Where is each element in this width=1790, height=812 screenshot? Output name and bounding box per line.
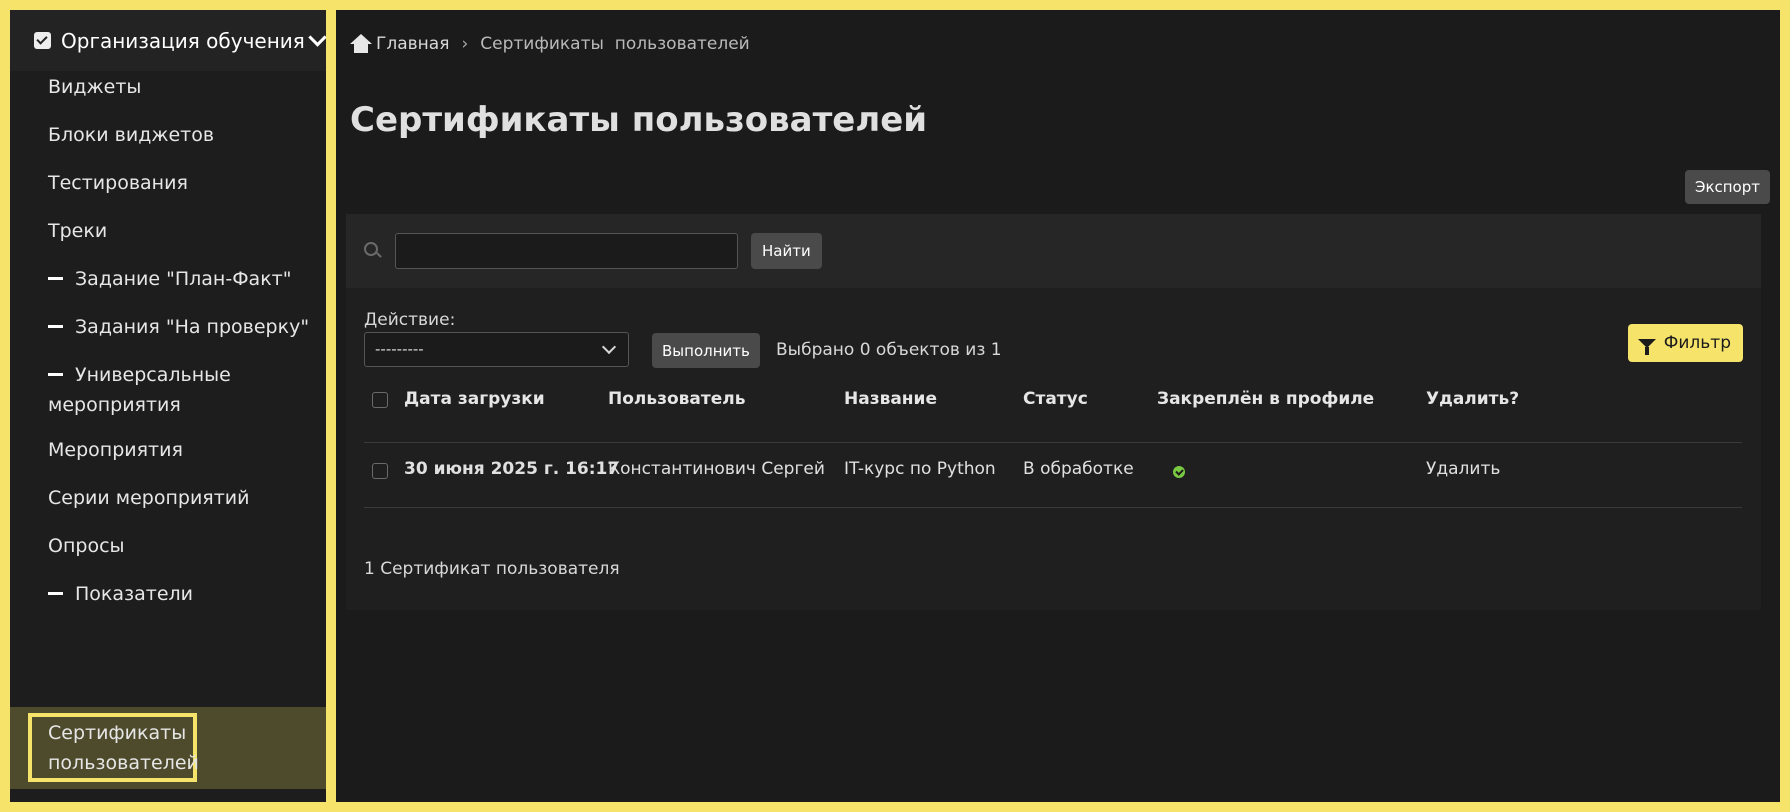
dash-icon bbox=[48, 372, 63, 376]
column-header-status[interactable]: Статус bbox=[1023, 389, 1088, 409]
row-date-link[interactable]: 30 июня 2025 г. 16:17 bbox=[404, 459, 619, 479]
check-circle-icon bbox=[1173, 466, 1185, 478]
checkbox-icon bbox=[34, 32, 51, 49]
sidebar-item-review-tasks[interactable]: Задания "На проверку" bbox=[10, 312, 326, 342]
result-count: 1 Сертификат пользователя bbox=[364, 559, 620, 579]
dash-icon bbox=[48, 324, 63, 328]
sidebar-item-label: Опросы bbox=[48, 535, 125, 557]
sidebar-item-label: Мероприятия bbox=[48, 439, 183, 461]
sidebar-item-label: Треки bbox=[48, 220, 108, 242]
action-select-value: --------- bbox=[375, 340, 424, 358]
sidebar-item-universal-events[interactable]: Универсальные мероприятия bbox=[10, 360, 326, 420]
sidebar-item-label: Универсальные bbox=[75, 364, 231, 386]
breadcrumb: Главная › Сертификаты пользователей bbox=[350, 34, 750, 54]
row-delete-link[interactable]: Удалить bbox=[1426, 459, 1500, 479]
select-all-checkbox[interactable] bbox=[372, 392, 388, 408]
sidebar-item-label: Показатели bbox=[75, 583, 194, 605]
chevron-down-icon bbox=[308, 28, 326, 47]
home-icon[interactable] bbox=[350, 34, 372, 54]
table-divider bbox=[364, 507, 1742, 508]
sidebar: Организация обучения Виджеты Блоки видже… bbox=[10, 10, 326, 802]
filter-icon bbox=[1637, 338, 1656, 355]
dash-icon bbox=[48, 276, 63, 280]
sidebar-section-title: Организация обучения bbox=[61, 28, 305, 53]
row-status: В обработке bbox=[1023, 459, 1134, 479]
search-icon bbox=[364, 242, 378, 256]
search-bar: Найти bbox=[346, 214, 1761, 288]
find-button[interactable]: Найти bbox=[751, 233, 822, 269]
run-action-button[interactable]: Выполнить bbox=[652, 333, 760, 368]
sidebar-item-surveys[interactable]: Опросы bbox=[10, 531, 326, 561]
action-select[interactable]: --------- bbox=[364, 332, 629, 367]
sidebar-item-label-line2: мероприятия bbox=[48, 394, 181, 416]
selection-counter: Выбрано 0 объектов из 1 bbox=[776, 340, 1002, 360]
sidebar-item-events[interactable]: Мероприятия bbox=[10, 435, 326, 465]
column-header-delete[interactable]: Удалить? bbox=[1426, 389, 1519, 409]
sidebar-item-label: Задание "План-Факт" bbox=[75, 268, 292, 290]
export-button[interactable]: Экспорт bbox=[1684, 170, 1770, 204]
sidebar-item-user-certificates[interactable]: Сертификаты пользователей bbox=[10, 718, 326, 778]
column-header-name[interactable]: Название bbox=[844, 389, 937, 409]
filter-button-label: Фильтр bbox=[1663, 333, 1731, 353]
breadcrumb-home-link[interactable]: Главная bbox=[376, 34, 449, 54]
sidebar-item-label: Задания "На проверку" bbox=[75, 316, 310, 338]
action-label: Действие: bbox=[364, 310, 456, 330]
sidebar-item-label-line2: пользователей bbox=[48, 752, 199, 774]
dash-icon bbox=[48, 591, 63, 595]
sidebar-item-tracks[interactable]: Треки bbox=[10, 216, 326, 246]
sidebar-item-event-series[interactable]: Серии мероприятий bbox=[10, 483, 326, 513]
row-name: IT-курс по Python bbox=[844, 459, 996, 479]
column-header-pinned[interactable]: Закреплён в профиле bbox=[1157, 389, 1374, 409]
sidebar-item-widget-blocks[interactable]: Блоки виджетов bbox=[10, 120, 326, 150]
sidebar-section-header[interactable]: Организация обучения bbox=[10, 10, 326, 71]
sidebar-item-widgets[interactable]: Виджеты bbox=[10, 72, 326, 102]
sidebar-item-label: Блоки виджетов bbox=[48, 124, 215, 146]
sidebar-item-label: Сертификаты bbox=[48, 722, 187, 744]
column-header-date[interactable]: Дата загрузки bbox=[404, 389, 545, 409]
page-title: Сертификаты пользователей bbox=[350, 100, 928, 140]
sidebar-item-label: Виджеты bbox=[48, 76, 142, 98]
filter-button[interactable]: Фильтр bbox=[1627, 324, 1743, 362]
results-panel: Найти Действие: --------- Выполнить Выбр… bbox=[346, 214, 1761, 610]
sidebar-item-indicators[interactable]: Показатели bbox=[10, 579, 326, 609]
row-checkbox[interactable] bbox=[372, 463, 388, 479]
sidebar-item-testing[interactable]: Тестирования bbox=[10, 168, 326, 198]
column-header-user[interactable]: Пользователь bbox=[608, 389, 745, 409]
breadcrumb-current: Сертификаты пользователей bbox=[480, 34, 750, 54]
sidebar-item-plan-fact[interactable]: Задание "План-Факт" bbox=[10, 264, 326, 294]
sidebar-item-label: Серии мероприятий bbox=[48, 487, 250, 509]
search-input[interactable] bbox=[395, 233, 738, 269]
main-content: Главная › Сертификаты пользователей Серт… bbox=[336, 10, 1780, 802]
chevron-down-icon bbox=[601, 339, 617, 355]
row-user: Константинович Сергей bbox=[608, 459, 825, 479]
sidebar-item-label: Тестирования bbox=[48, 172, 188, 194]
table-divider bbox=[364, 442, 1742, 443]
breadcrumb-separator: › bbox=[461, 34, 469, 54]
